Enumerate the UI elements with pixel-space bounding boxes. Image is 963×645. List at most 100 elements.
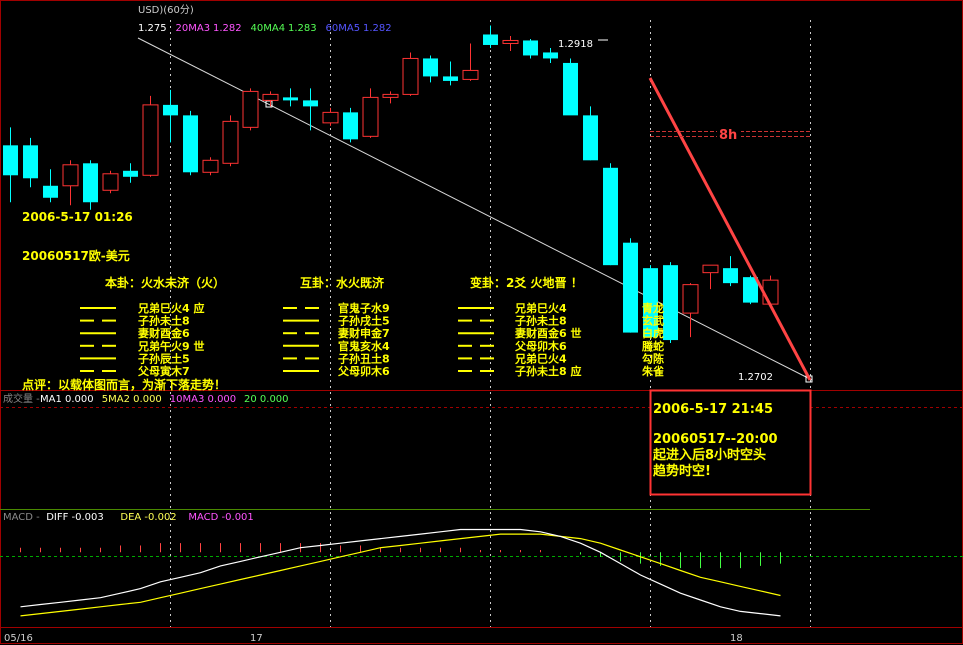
hexagram-animal: 玄武 bbox=[642, 314, 664, 328]
macd-header: MACD - DIFF -0.003 DEA -0.002 MACD -0.001 bbox=[3, 512, 254, 523]
candle-body bbox=[322, 111, 339, 124]
chart-canvas: USD)(60分) 1.275 20MA3 1.282 40MA4 1.283 60MA5… bbox=[0, 0, 963, 644]
volume-item: 10MA3 0.000 bbox=[170, 394, 236, 405]
candle bbox=[563, 58, 578, 116]
candle-body bbox=[303, 100, 318, 107]
hexagram-text: 兄弟巳火4 bbox=[514, 301, 567, 315]
candle-body bbox=[563, 62, 578, 116]
candle bbox=[23, 137, 38, 188]
ma-item: 1.275 bbox=[138, 23, 167, 34]
hexagram-text: 子孙戌土5 bbox=[338, 314, 390, 328]
hexagram-text: 子孙丑土8 bbox=[338, 351, 390, 365]
candle-body bbox=[462, 69, 479, 80]
candle bbox=[382, 91, 399, 104]
candle bbox=[242, 88, 259, 131]
candle bbox=[283, 88, 298, 107]
x-tick-label: 05/16 bbox=[4, 633, 33, 644]
x-tick-label: 18 bbox=[730, 633, 743, 644]
candle bbox=[3, 127, 18, 203]
hexagram-animal: 螣蛇 bbox=[642, 339, 664, 353]
volume-item: MA1 0.000 bbox=[40, 394, 94, 405]
x-tick-label: 17 bbox=[250, 633, 263, 644]
candle bbox=[702, 264, 719, 290]
candle bbox=[183, 110, 198, 176]
candle-body bbox=[743, 277, 758, 303]
candle bbox=[543, 47, 558, 63]
candle-body bbox=[222, 120, 239, 164]
candle-body bbox=[3, 145, 18, 176]
low-label: 1.2702 bbox=[738, 372, 773, 383]
candle bbox=[502, 35, 519, 51]
candle bbox=[62, 160, 79, 206]
candlestick-series bbox=[3, 25, 779, 344]
candle-body bbox=[762, 279, 779, 305]
hexagram-animal: 青龙 bbox=[642, 301, 664, 315]
candle-body bbox=[423, 58, 438, 77]
hexagram-text: 妻财酉金6 世 bbox=[515, 326, 581, 340]
dea-line bbox=[20, 533, 781, 617]
hexagram-header: 互卦：水火既济 bbox=[300, 275, 385, 290]
candle-body bbox=[142, 104, 159, 176]
high-label: 1.2918 bbox=[558, 39, 593, 50]
candle-body bbox=[343, 112, 358, 140]
candle bbox=[303, 88, 318, 131]
info-line-1: 2006-5-17 21:45 bbox=[653, 402, 773, 417]
hexagram-text: 妻财酉金6 bbox=[138, 326, 190, 340]
hexagram-text: 兄弟巳火4 bbox=[514, 351, 567, 365]
info-box: 2006-5-17 21:45 20060517--20:00 起进入后8小时空… bbox=[649, 389, 812, 496]
interval-label: 8h bbox=[719, 128, 737, 143]
candle-body bbox=[583, 115, 598, 161]
ma-item: 60MA5 bbox=[326, 23, 361, 34]
gray-trendline bbox=[137, 37, 813, 381]
candle-body bbox=[242, 90, 259, 128]
candle-body bbox=[183, 115, 198, 173]
candle bbox=[402, 52, 419, 96]
candle-body bbox=[483, 34, 498, 45]
candle bbox=[663, 262, 678, 344]
candle bbox=[423, 55, 438, 83]
macd-item: DEA -0.002 bbox=[120, 512, 176, 523]
ma-item: 1.282 bbox=[363, 23, 392, 34]
candle-body bbox=[163, 104, 178, 116]
info-line-3: 起进入后8小时空头 bbox=[652, 447, 766, 463]
ma-item: 40MA4 bbox=[251, 23, 286, 34]
candle-body bbox=[723, 268, 738, 284]
candle bbox=[483, 25, 498, 48]
candle bbox=[43, 169, 58, 203]
candle bbox=[623, 238, 638, 333]
candle bbox=[583, 106, 598, 161]
candle-body bbox=[202, 159, 219, 173]
hexagram-text: 父母卯木6 bbox=[514, 339, 567, 353]
candle-body bbox=[262, 93, 279, 101]
candle-body bbox=[382, 93, 399, 98]
candle bbox=[202, 157, 219, 176]
candle-body bbox=[502, 39, 519, 44]
info-line-4: 趋势时空! bbox=[653, 463, 711, 479]
hexagram-animal: 勾陈 bbox=[642, 351, 664, 365]
candle-body bbox=[362, 96, 379, 137]
volume-header: 成交量 - MA1 0.000 5MA2 0.000 10MA3 0.000 20 0.… bbox=[3, 392, 289, 405]
info-line-2: 20060517--20:00 bbox=[653, 432, 778, 447]
hexagram-animal: 白虎 bbox=[642, 326, 664, 340]
candle bbox=[462, 43, 479, 81]
x-axis: 05/16 17 18 bbox=[4, 633, 743, 644]
ma-item: 1.282 bbox=[213, 23, 242, 34]
candle bbox=[123, 163, 138, 183]
macd-item: MACD - bbox=[3, 512, 40, 523]
symbol-label: USD)(60分) bbox=[138, 4, 194, 16]
candle-body bbox=[682, 284, 699, 314]
candle-body bbox=[43, 185, 58, 198]
hexagram-text: 子孙辰土5 bbox=[138, 351, 190, 365]
candle-body bbox=[62, 164, 79, 187]
hexagram-text: 父母卯木6 bbox=[337, 364, 390, 378]
candle bbox=[102, 170, 119, 194]
hexagram-text: 父母寅木7 bbox=[137, 364, 190, 378]
candle-body bbox=[623, 242, 638, 333]
volume-item: 20 0.000 bbox=[244, 394, 289, 405]
macd-panel bbox=[20, 528, 781, 617]
candle-body bbox=[83, 163, 98, 203]
macd-item: DIFF -0.003 bbox=[46, 512, 104, 523]
hexagram-text: 子孙未土8 bbox=[515, 314, 567, 328]
candle-body bbox=[443, 76, 458, 81]
hexagram-text: 官鬼亥水4 bbox=[338, 339, 390, 353]
